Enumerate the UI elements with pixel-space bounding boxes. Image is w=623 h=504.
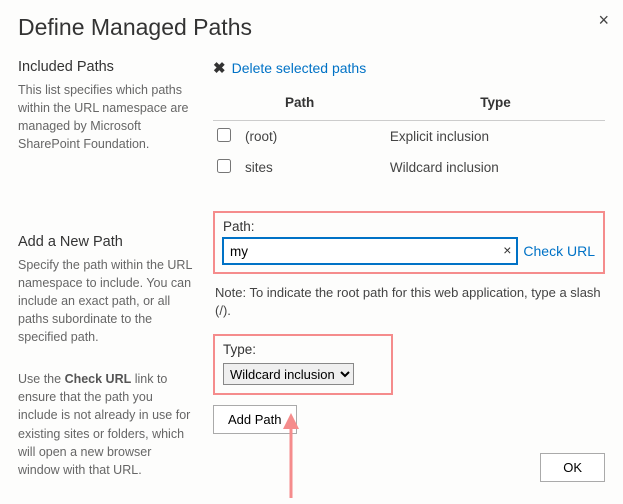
close-icon[interactable]: × [598,10,609,31]
check-url-link[interactable]: Check URL [523,243,595,259]
type-select[interactable]: Wildcard inclusion [223,363,354,385]
included-paths-heading: Included Paths [18,59,195,75]
add-path-heading: Add a New Path [18,234,195,250]
add-path-desc-1: Specify the path within the URL namespac… [18,256,195,347]
row-checkbox[interactable] [217,128,231,142]
add-path-button[interactable]: Add Path [213,405,297,434]
paths-table: Path Type (root) Explicit inclusion site… [213,87,605,183]
row-type: Wildcard inclusion [386,152,605,183]
included-paths-desc: This list specifies which paths within t… [18,81,195,154]
path-label: Path: [223,219,595,234]
add-path-desc-2: Use the Check URL link to ensure that th… [18,370,195,479]
row-path: (root) [241,121,386,153]
dialog-title: Define Managed Paths [0,0,623,41]
type-label: Type: [223,342,383,357]
path-highlight-box: Path: × Check URL [213,211,605,274]
clear-input-icon[interactable]: × [503,242,511,258]
table-row: sites Wildcard inclusion [213,152,605,183]
row-path: sites [241,152,386,183]
ok-button[interactable]: OK [540,453,605,482]
row-checkbox[interactable] [217,159,231,173]
table-row: (root) Explicit inclusion [213,121,605,153]
row-type: Explicit inclusion [386,121,605,153]
delete-link-label: Delete selected paths [232,60,367,76]
delete-selected-paths-link[interactable]: ✖ Delete selected paths [213,59,366,77]
path-note: Note: To indicate the root path for this… [215,284,603,320]
delete-icon: ✖ [213,59,226,77]
path-input[interactable] [223,238,517,264]
type-highlight-box: Type: Wildcard inclusion [213,334,393,395]
col-path-header: Path [241,87,386,121]
col-type-header: Type [386,87,605,121]
